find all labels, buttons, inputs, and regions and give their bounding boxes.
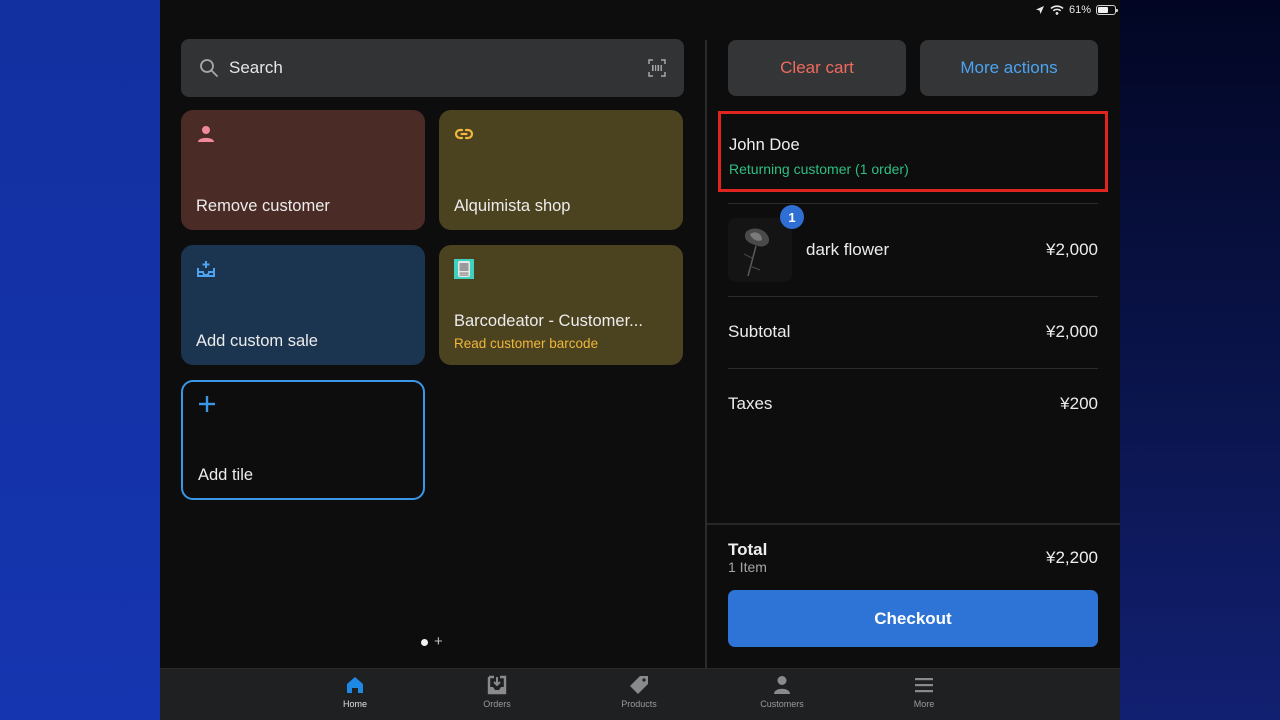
tab-orders[interactable]: Orders: [452, 675, 542, 709]
clear-cart-button[interactable]: Clear cart: [728, 40, 906, 96]
tile-title: Alquimista shop: [454, 197, 571, 215]
divider: [707, 523, 1120, 525]
barcode-app-icon: [454, 259, 474, 279]
status-bar: 61%: [1035, 2, 1118, 18]
tab-bar: Home Orders Products Customers More: [160, 668, 1120, 720]
total-label: Total: [728, 540, 768, 559]
person-icon: [774, 676, 790, 694]
product-thumbnail: [728, 218, 792, 282]
checkout-button[interactable]: Checkout: [728, 590, 1098, 647]
customer-name: John Doe: [729, 136, 800, 154]
tab-label: Products: [621, 699, 657, 709]
tile-title: Add custom sale: [196, 332, 318, 350]
item-price: ¥2,000: [1046, 240, 1098, 259]
battery-icon: [1096, 5, 1118, 15]
divider: [728, 368, 1098, 369]
tile-barcodeator[interactable]: Barcodeator - Customer... Read customer …: [439, 245, 683, 365]
add-page-icon[interactable]: +: [434, 634, 443, 649]
tray-add-icon: [197, 261, 215, 277]
menu-icon: [915, 678, 933, 693]
panel-divider: [705, 40, 707, 668]
search-input[interactable]: Search: [229, 58, 648, 78]
cart-line-item[interactable]: dark flower ¥2,000: [728, 218, 1098, 282]
wifi-icon: [1050, 5, 1064, 15]
tab-label: Orders: [483, 699, 511, 709]
background-left: [0, 0, 160, 720]
item-count: 1 Item: [728, 559, 767, 575]
divider: [728, 296, 1098, 297]
tab-products[interactable]: Products: [594, 675, 684, 709]
quantity-badge: 1: [780, 205, 804, 229]
customer-status: Returning customer (1 order): [729, 161, 909, 177]
tile-add-tile[interactable]: Add tile: [181, 380, 425, 500]
search-bar[interactable]: Search: [181, 39, 684, 97]
taxes-label: Taxes: [728, 394, 773, 413]
person-icon: [198, 126, 214, 142]
pos-app: 61% Search Remove customer Alquimista sh…: [160, 0, 1120, 720]
orders-inbox-icon: [487, 675, 507, 695]
cart-customer[interactable]: John Doe Returning customer (1 order): [718, 111, 1108, 192]
tab-customers[interactable]: Customers: [737, 675, 827, 709]
background-right: [1120, 0, 1280, 720]
tile-remove-customer[interactable]: Remove customer: [181, 110, 425, 230]
home-icon: [347, 677, 363, 693]
tile-alquimista-shop[interactable]: Alquimista shop: [439, 110, 683, 230]
link-icon: [454, 128, 474, 140]
tab-label: Home: [342, 699, 367, 709]
tab-more[interactable]: More: [879, 675, 969, 709]
tile-add-custom-sale[interactable]: Add custom sale: [181, 245, 425, 365]
battery-percent: 61%: [1068, 4, 1091, 16]
flower-image-icon: [728, 218, 792, 282]
subtotal-label: Subtotal: [728, 322, 791, 341]
tab-label: Customers: [760, 699, 804, 709]
tile-title: Barcodeator - Customer...: [454, 312, 643, 330]
taxes-value: ¥200: [1060, 394, 1098, 413]
divider: [728, 203, 1098, 204]
tile-title: Remove customer: [196, 197, 330, 215]
subtotal-row: Subtotal ¥2,000: [728, 322, 1098, 342]
more-actions-button[interactable]: More actions: [920, 40, 1098, 96]
item-name: dark flower: [806, 240, 890, 259]
page-indicator: +: [421, 634, 443, 649]
tile-title: Add tile: [198, 466, 254, 484]
search-icon: [200, 59, 218, 77]
total-value: ¥2,200: [1046, 548, 1098, 567]
taxes-row[interactable]: Taxes ¥200: [728, 394, 1098, 414]
page-dot-active[interactable]: [421, 638, 428, 646]
barcode-scan-icon[interactable]: [648, 59, 666, 77]
location-arrow-icon: [1035, 6, 1044, 14]
subtotal-value: ¥2,000: [1046, 322, 1098, 341]
tab-home[interactable]: Home: [310, 675, 400, 709]
tile-subtitle: Read customer barcode: [454, 336, 599, 351]
tab-label: More: [913, 699, 935, 709]
plus-icon: [199, 396, 215, 412]
tag-icon: [630, 676, 648, 694]
